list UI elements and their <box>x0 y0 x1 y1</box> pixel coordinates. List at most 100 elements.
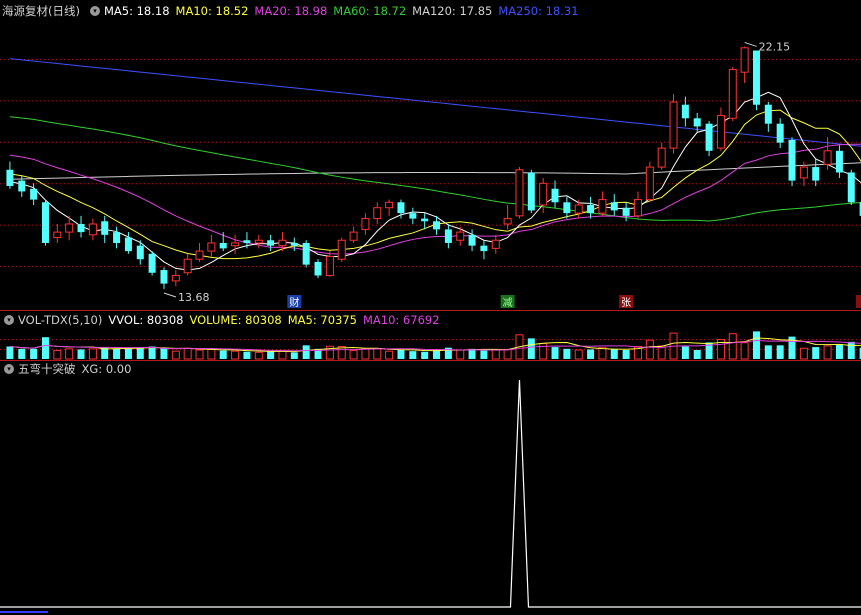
candle-body <box>598 199 607 214</box>
candle-body <box>397 202 405 214</box>
chart-window: 海源复材(日线) ▾ MA5: 18.18 MA10: 18.52 MA20: … <box>0 0 861 615</box>
volume-bar <box>124 348 132 359</box>
candle-body <box>101 221 109 235</box>
candle-body <box>480 245 488 252</box>
candle-body <box>657 147 666 168</box>
candle-body <box>823 150 832 165</box>
candle-body <box>207 242 216 252</box>
volume-bar <box>491 349 500 360</box>
volume-bar <box>693 350 701 359</box>
candle-body <box>278 239 287 247</box>
candle-body <box>409 213 417 219</box>
candle-body <box>195 250 204 260</box>
high-pointer <box>744 41 757 47</box>
volume-bar <box>622 350 630 359</box>
volume-bar <box>290 352 298 359</box>
low-pointer <box>163 292 177 298</box>
volume-bar <box>160 348 168 359</box>
candle-body <box>349 231 358 241</box>
candle-body <box>799 166 808 179</box>
candle-body <box>302 242 310 265</box>
candle-body <box>515 169 524 217</box>
volume-bar <box>302 345 310 359</box>
low-price-label: 13.68 <box>178 291 210 304</box>
candle-body <box>812 167 820 181</box>
event-marker-2: 张 <box>621 297 631 309</box>
candle-body <box>539 182 548 206</box>
candle-body <box>433 221 441 230</box>
volume-bar <box>527 338 535 359</box>
ma20-line <box>9 143 861 255</box>
candle-body <box>587 205 595 214</box>
volume-bar <box>574 349 583 360</box>
candle-body <box>65 223 74 233</box>
candle-body <box>574 204 583 214</box>
event-marker-0: 财 <box>289 296 299 309</box>
volume-bar <box>421 351 429 359</box>
volume-bar <box>645 339 654 360</box>
volume-bar <box>136 347 144 359</box>
candle-body <box>776 123 784 143</box>
volume-bar <box>231 350 240 360</box>
candle-body <box>77 223 85 233</box>
high-price-label: 22.15 <box>759 40 791 53</box>
volume-bar <box>361 348 370 360</box>
candle-body <box>219 242 227 249</box>
candle-body <box>503 218 512 225</box>
candle-body <box>385 201 394 209</box>
volume-bar <box>148 346 156 359</box>
volume-bar <box>183 347 192 360</box>
volume-bar <box>598 347 607 360</box>
candle-body <box>693 118 701 127</box>
volume-bar <box>610 349 618 359</box>
volume-bar <box>77 349 85 359</box>
volume-bar <box>267 351 275 359</box>
volume-bar <box>171 350 180 360</box>
candle-body <box>231 242 240 247</box>
candle-body <box>325 256 334 276</box>
candle-body <box>705 123 713 151</box>
candle-body <box>136 245 144 260</box>
candle-body <box>41 202 49 243</box>
candle-body <box>148 253 156 273</box>
candle-body <box>243 240 251 243</box>
volume-bar <box>88 348 97 360</box>
candle-body <box>267 240 275 246</box>
volume-bar <box>219 350 227 359</box>
candle-body <box>491 239 500 249</box>
candle-body <box>728 68 737 119</box>
candle-body <box>633 199 642 217</box>
volume-bar <box>433 350 441 359</box>
candle-body <box>171 274 180 282</box>
candle-body <box>53 231 62 239</box>
volume-bar <box>243 351 251 359</box>
candle-body <box>314 261 322 276</box>
candle-body <box>30 188 38 200</box>
candle-body <box>88 223 97 236</box>
candle-body <box>645 166 654 201</box>
volume-bar <box>385 350 394 360</box>
volume-bar <box>551 347 559 359</box>
volume-bar <box>397 349 405 359</box>
candle-body <box>835 150 843 173</box>
candle-body <box>124 237 132 252</box>
volume-bar <box>835 344 843 359</box>
candle-body <box>622 207 630 216</box>
volume-bar <box>764 345 772 359</box>
candle-body <box>113 232 121 243</box>
candle-body <box>468 234 476 246</box>
candle-body <box>337 239 346 260</box>
volume-bar <box>681 346 689 359</box>
volume-bar <box>799 347 808 360</box>
chart-canvas[interactable]: 22.15 13.68 财 减 张 <box>0 0 861 615</box>
candle-body <box>716 115 725 149</box>
candle-body <box>752 50 760 105</box>
candle-body <box>160 270 168 284</box>
volume-bar <box>456 349 465 360</box>
candle-body <box>740 47 749 73</box>
candle-body <box>361 218 370 230</box>
volume-bar <box>728 333 737 360</box>
candle-body <box>847 172 855 203</box>
event-marker-edge <box>856 295 861 308</box>
volume-bar <box>468 348 476 359</box>
